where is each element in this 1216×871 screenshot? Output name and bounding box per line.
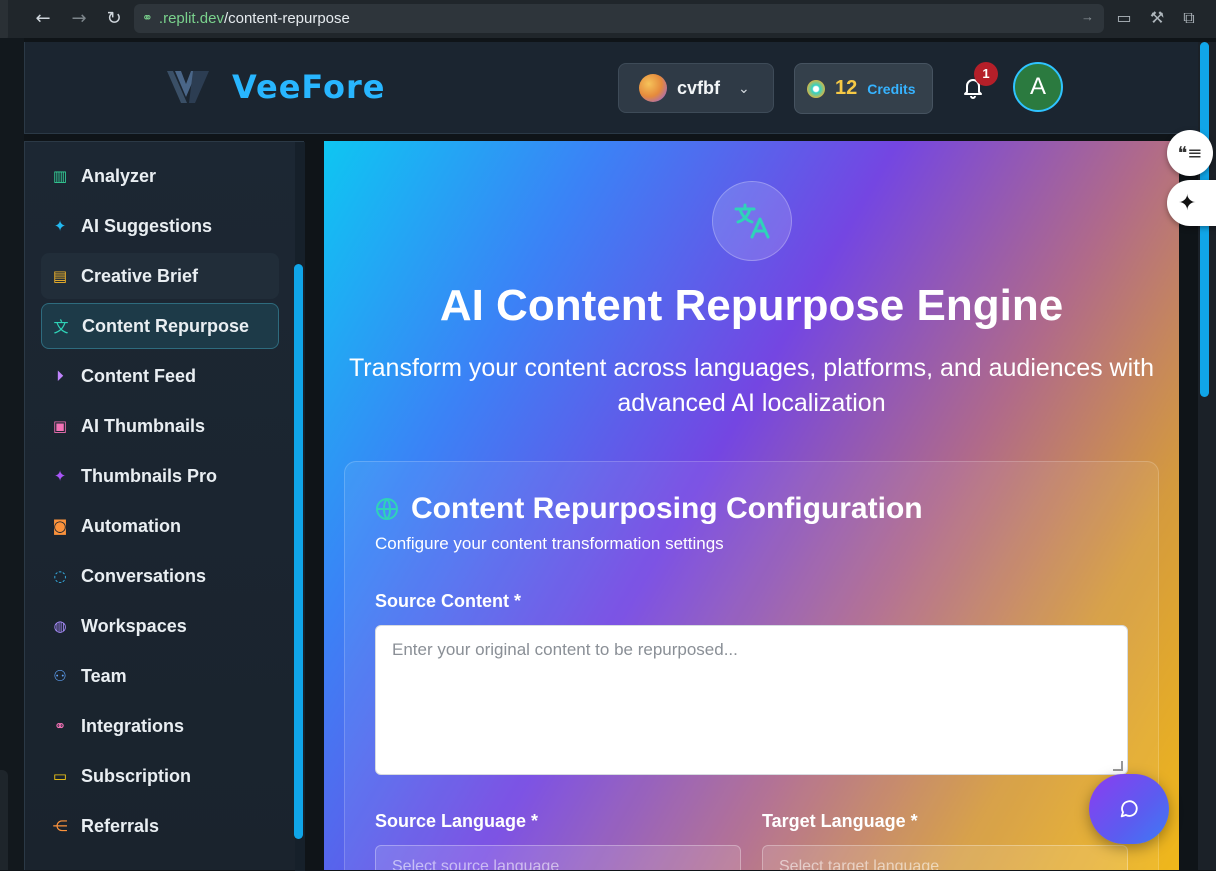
resize-handle-icon[interactable] — [1113, 761, 1123, 771]
sidebar-item-integrations[interactable]: ⚭ Integrations — [41, 703, 279, 749]
globe-icon: ◍ — [53, 617, 67, 635]
sidebar-item-label: AI Thumbnails — [81, 415, 206, 436]
external-link-icon[interactable]: ⧉ — [1178, 8, 1200, 30]
reload-icon[interactable]: ↻ — [102, 7, 126, 31]
workspace-switcher[interactable]: cvfbf ⌄ — [618, 63, 774, 113]
browser-toolbar: ← → ↻ ⚭ .replit.dev/content-repurpose → … — [0, 0, 1216, 42]
source-content-label: Source Content * — [375, 591, 522, 611]
sidebar-item-content-feed[interactable]: ⏵ Content Feed — [41, 353, 279, 399]
sidebar-item-thumbnails-pro[interactable]: ✦ Thumbnails Pro — [41, 453, 279, 499]
card-icon: ▭ — [52, 767, 68, 785]
link-icon: ⚭ — [142, 11, 153, 26]
outer-gutter-panel — [0, 770, 8, 870]
sidebar-item-referrals[interactable]: ⋲ Referrals — [41, 803, 279, 849]
sidebar-item-label: Conversations — [81, 565, 207, 586]
monitor-icon[interactable]: ▭ — [1113, 8, 1135, 30]
source-content-placeholder: Enter your original content to be repurp… — [392, 640, 738, 659]
source-content-input[interactable]: Enter your original content to be repurp… — [375, 625, 1128, 775]
brand-name: VeeFore — [232, 68, 386, 106]
chat-bubble-icon — [1120, 800, 1138, 818]
back-arrow-icon[interactable]: ← — [31, 7, 55, 31]
wrench-icon[interactable]: ⚒ — [1146, 8, 1168, 30]
config-subtitle: Configure your content transformation se… — [375, 534, 724, 553]
link-icon: ⚭ — [53, 717, 67, 735]
sidebar-item-label: Content Feed — [81, 365, 196, 386]
share-icon: ⋲ — [52, 817, 68, 835]
url-domain: .replit.dev — [158, 10, 224, 27]
translate-icon: 文 — [53, 317, 69, 336]
address-bar[interactable]: ⚭ .replit.dev/content-repurpose → — [134, 4, 1104, 33]
target-language-label: Target Language * — [762, 811, 918, 831]
bot-icon: ◙ — [52, 517, 68, 535]
window-edge — [0, 0, 8, 42]
sidebar-scrollbar[interactable] — [294, 264, 303, 839]
image-icon: ▣ — [52, 417, 68, 435]
chevron-down-icon: ⌄ — [738, 79, 750, 96]
notification-badge: 1 — [974, 62, 998, 86]
users-icon: ⚇ — [53, 667, 67, 685]
source-language-label: Source Language * — [375, 811, 539, 831]
sidebar-item-label: Referrals — [81, 815, 160, 836]
sidebar-item-label: Workspaces — [81, 615, 187, 636]
target-language-select[interactable]: Select target language — [762, 845, 1128, 870]
veefore-logo-icon[interactable] — [165, 67, 211, 107]
sidebar-item-conversations[interactable]: ◌ Conversations — [41, 553, 279, 599]
credits-label: Credits — [867, 80, 916, 97]
workspace-name: cvfbf — [677, 77, 721, 98]
config-title: Content Repurposing Configuration — [411, 492, 923, 525]
sidebar-item-creative-brief[interactable]: ▤ Creative Brief — [41, 253, 279, 299]
sidebar-item-label: Subscription — [81, 765, 192, 786]
chat-button[interactable] — [1089, 774, 1169, 844]
workspace-avatar — [639, 74, 667, 102]
sidebar-item-label: Automation — [81, 515, 181, 536]
sidebar-item-team[interactable]: ⚇ Team — [41, 653, 279, 699]
sidebar-item-label: AI Suggestions — [81, 215, 213, 236]
coin-icon — [807, 79, 825, 98]
page-subtitle: Transform your content across languages,… — [348, 354, 1155, 417]
main-content: AI Content Repurpose Engine Transform yo… — [324, 141, 1179, 870]
document-icon: ▤ — [52, 267, 68, 285]
outer-gutter — [0, 38, 24, 870]
sidebar-item-subscription[interactable]: ▭ Subscription — [41, 753, 279, 799]
quote-tool-icon[interactable]: ❝≡ — [1167, 130, 1213, 176]
sidebar-item-label: Team — [81, 665, 127, 686]
sidebar-item-workspaces[interactable]: ◍ Workspaces — [41, 603, 279, 649]
sparkles-icon: ✦ — [53, 467, 67, 485]
url-path: /content-repurpose — [223, 10, 350, 27]
sidebar-item-label: Creative Brief — [81, 265, 199, 286]
bar-chart-icon: ▥ — [52, 167, 68, 185]
credits-badge[interactable]: 12 Credits — [794, 63, 933, 114]
sidebar-item-label: Integrations — [81, 715, 185, 736]
sidebar-item-automation[interactable]: ◙ Automation — [41, 503, 279, 549]
forward-arrow-icon[interactable]: → — [67, 7, 91, 31]
config-card: Content Repurposing Configuration Config… — [344, 461, 1159, 870]
chat-icon: ◌ — [53, 567, 67, 585]
go-arrow-icon[interactable]: → — [1081, 9, 1094, 24]
hero-translate-icon — [712, 181, 792, 261]
credits-value: 12 — [835, 77, 858, 99]
sidebar-item-label: Analyzer — [81, 165, 157, 186]
sidebar-item-label: Content Repurpose — [82, 315, 250, 336]
source-language-select[interactable]: Select source language — [375, 845, 741, 870]
sidebar-item-ai-suggestions[interactable]: ✦ AI Suggestions — [41, 203, 279, 249]
sidebar-item-ai-thumbnails[interactable]: ▣ AI Thumbnails — [41, 403, 279, 449]
sparkle-tool-icon[interactable]: ✦ — [1167, 180, 1216, 226]
user-avatar[interactable]: A — [1013, 62, 1063, 112]
play-circle-icon: ⏵ — [56, 367, 64, 385]
sidebar-item-analyzer[interactable]: ▥ Analyzer — [41, 153, 279, 199]
translate-icon — [734, 203, 770, 239]
sidebar: ▥ Analyzer ✦ AI Suggestions ▤ Creative Brief 文… — [24, 141, 305, 871]
globe-icon — [376, 498, 398, 520]
sidebar-item-content-repurpose[interactable]: 文 Content Repurpose — [41, 303, 279, 349]
config-title-row: Content Repurposing Configuration — [375, 492, 923, 526]
sidebar-item-label: Thumbnails Pro — [81, 465, 218, 486]
page-title: AI Content Repurpose Engine — [439, 281, 1064, 330]
app-header: VeeFore cvfbf ⌄ 12 Credits 1 A — [24, 42, 1198, 134]
sparkles-icon: ✦ — [53, 217, 67, 235]
